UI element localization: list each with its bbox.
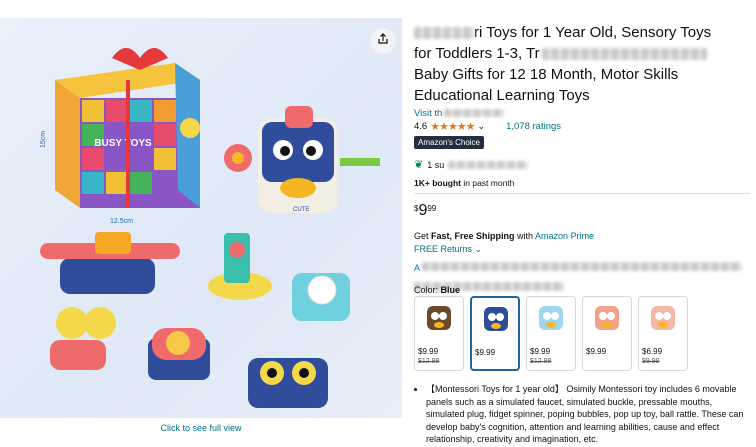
color-swatch[interactable]: $6.99 $9.99 (638, 296, 688, 371)
swatch-thumbnail (421, 300, 457, 336)
amazon-prime-link[interactable]: Amazon Prime (535, 231, 594, 241)
swatch-thumbnail (645, 300, 681, 336)
color-swatches: $9.99 $12.99 $9.99 $9.99 $12.99 $9.99 $6… (414, 296, 688, 371)
amazons-choice-badge[interactable]: Amazon's Choice (414, 136, 484, 149)
rating-value: 4.6 (414, 121, 428, 132)
share-button[interactable] (370, 28, 396, 54)
dim-width-label: 12.5cm (110, 218, 133, 225)
box-brand-text: BUSY TOYS (94, 138, 152, 149)
feature-bullet: 【Montessori Toys for 1 year old】 Osimily… (426, 383, 750, 446)
chevron-down-icon[interactable]: ⌄ (478, 121, 486, 132)
redacted-text (444, 109, 505, 118)
dim-height-label: 15cm (40, 131, 47, 148)
swatch-list-price: $12.99 (530, 358, 552, 365)
redacted-text (414, 27, 474, 40)
redacted-text (541, 48, 707, 61)
toy-illustration: BUSY TOYS 15cm 12.5cm CUTE (40, 48, 380, 408)
price: $999 (414, 202, 437, 219)
color-swatch-selected[interactable]: $9.99 (470, 296, 520, 371)
swatch-price: $9.99 (418, 347, 439, 356)
chevron-down-icon: ⌄ (474, 244, 483, 254)
full-view-link[interactable]: Click to see full view (0, 423, 402, 433)
product-title: ri Toys for 1 Year Old, Sensory Toys for… (414, 24, 712, 104)
bought-count: 1K+ bought in past month (414, 178, 515, 188)
feature-bullets: 【Montessori Toys for 1 year old】 Osimily… (414, 383, 750, 446)
swatch-price: $9.99 (586, 347, 607, 356)
divider (414, 193, 750, 194)
sustainability-feature[interactable]: ❦ 1 su (414, 158, 529, 171)
color-swatch[interactable]: $9.99 (582, 296, 632, 371)
star-rating[interactable]: ★★★★★ (430, 120, 475, 133)
color-swatch[interactable]: $9.99 $12.99 (414, 296, 464, 371)
cube-label: CUTE (293, 207, 309, 213)
swatch-price: $9.99 (475, 348, 496, 357)
swatch-thumbnail (478, 301, 514, 337)
swatch-list-price: $9.99 (642, 358, 660, 365)
color-swatch[interactable]: $9.99 $12.99 (526, 296, 576, 371)
rating-row: 4.6 ★★★★★ ⌄ 1,078 ratings (414, 120, 561, 133)
swatch-list-price: $12.99 (418, 358, 440, 365)
shipping-info: Get Fast, Free Shipping with Amazon Prim… (414, 231, 595, 241)
redacted-text (448, 160, 529, 169)
swatch-price: $9.99 (530, 347, 551, 356)
redacted-line: A (414, 258, 743, 294)
ratings-count-link[interactable]: 1,078 ratings (506, 121, 561, 132)
swatch-price: $6.99 (642, 347, 663, 356)
share-icon (377, 32, 389, 50)
leaf-icon: ❦ (414, 159, 424, 171)
visit-store-link[interactable]: Visit th (414, 108, 505, 119)
swatch-thumbnail (533, 300, 569, 336)
swatch-thumbnail (589, 300, 625, 336)
main-product-image[interactable]: BUSY TOYS 15cm 12.5cm CUTE (0, 18, 402, 418)
color-label: Color: Blue (414, 285, 461, 295)
free-returns-link[interactable]: FREE Returns ⌄ (414, 244, 482, 255)
